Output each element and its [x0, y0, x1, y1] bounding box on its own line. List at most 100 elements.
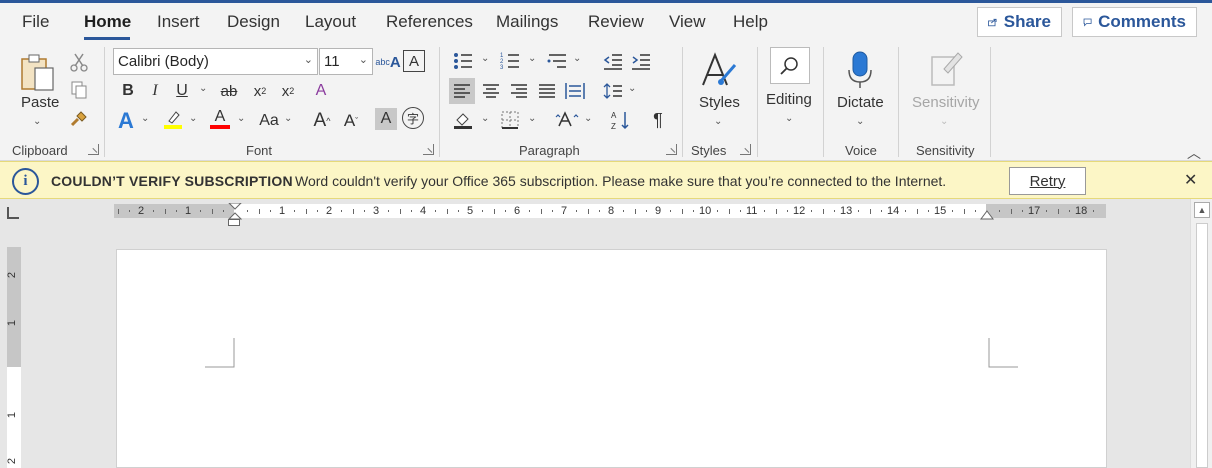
tab-review[interactable]: Review [588, 12, 644, 32]
collapse-ribbon-icon[interactable]: ︿ [1187, 143, 1201, 163]
font-color-icon[interactable]: A [207, 106, 233, 132]
line-spacing-icon[interactable] [600, 78, 626, 104]
multilevel-list-icon[interactable] [544, 48, 570, 74]
font-name-select[interactable]: Calibri (Body) ⌄ [113, 48, 318, 75]
change-case-icon[interactable]: abc A [375, 49, 401, 75]
tab-design[interactable]: Design [227, 12, 280, 32]
align-left-button[interactable] [449, 78, 475, 104]
bullets-dropdown-icon[interactable]: ⌄ [481, 53, 489, 64]
format-painter-icon[interactable] [68, 107, 90, 129]
numbering-icon[interactable]: 123 [497, 48, 523, 74]
left-indent-marker[interactable] [228, 219, 240, 226]
subscript-button[interactable]: x2 [247, 78, 273, 104]
ruler-tick [223, 210, 225, 212]
asian-layout-dropdown-icon[interactable]: ⌄ [584, 113, 592, 124]
highlight-icon[interactable] [160, 106, 186, 132]
justify-button[interactable] [534, 78, 560, 104]
clear-formatting-icon[interactable]: A [403, 50, 425, 72]
numbering-dropdown-icon[interactable]: ⌄ [528, 53, 536, 64]
text-effects-dropdown-icon[interactable]: ⌄ [141, 113, 149, 124]
vertical-scrollbar[interactable]: ▲ [1190, 199, 1212, 468]
font-color-dropdown-icon[interactable]: ⌄ [237, 113, 245, 124]
shading-dropdown-icon[interactable]: ⌄ [481, 113, 489, 124]
enclose-characters-icon[interactable]: 字 [402, 107, 424, 129]
bullets-icon[interactable] [450, 48, 476, 74]
superscript-button[interactable]: x2 [275, 78, 301, 104]
text-effects-clear-icon[interactable]: A [308, 78, 334, 104]
styles-dropdown-icon[interactable]: ⌄ [714, 116, 722, 127]
vertical-ruler[interactable]: 2 1 1 2 [6, 247, 21, 468]
editing-label[interactable]: Editing [766, 91, 812, 108]
copy-icon[interactable] [68, 79, 90, 101]
styles-label[interactable]: Styles [699, 94, 740, 111]
change-case-dropdown-icon[interactable]: ⌄ [284, 113, 292, 124]
tab-selector-icon[interactable] [7, 207, 19, 219]
tab-references[interactable]: References [386, 12, 473, 32]
grow-font-icon[interactable]: A ^ [309, 108, 335, 134]
separator [823, 47, 824, 157]
voice-group-label: Voice [845, 143, 877, 158]
shading-icon[interactable] [450, 107, 476, 133]
font-launcher-icon[interactable] [423, 144, 434, 155]
distributed-button[interactable] [562, 78, 588, 104]
horizontal-ruler[interactable]: 2 1 1 2 3 4 5 6 7 8 9 10 11 12 13 14 15 17 18 [114, 203, 1106, 220]
scroll-up-icon[interactable]: ▲ [1194, 202, 1210, 218]
bold-button[interactable]: B [115, 78, 141, 104]
tab-home[interactable]: Home [84, 12, 131, 32]
show-formatting-marks-icon[interactable]: ¶ [645, 107, 671, 133]
text-effects-icon[interactable]: A [113, 108, 139, 134]
change-case-button[interactable]: Aa [254, 108, 284, 134]
ruler-tick [270, 210, 272, 212]
tab-view[interactable]: View [669, 12, 706, 32]
ruler-tick [293, 210, 295, 212]
notification-message: Word couldn't verify your Office 365 sub… [295, 173, 947, 189]
paste-label[interactable]: Paste [21, 94, 59, 111]
asian-layout-icon[interactable] [553, 107, 581, 133]
microphone-icon[interactable] [845, 49, 875, 91]
tab-file[interactable]: File [22, 12, 49, 32]
ruler-tick [822, 209, 824, 214]
shrink-font-icon[interactable]: Aˇ [338, 108, 364, 134]
share-button[interactable]: Share [977, 7, 1062, 37]
line-spacing-dropdown-icon[interactable]: ⌄ [628, 83, 636, 94]
underline-button[interactable]: U [169, 78, 195, 104]
underline-dropdown-icon[interactable]: ⌄ [199, 83, 207, 94]
document-page[interactable] [116, 249, 1107, 468]
comments-button[interactable]: Comments [1072, 7, 1197, 37]
tab-help[interactable]: Help [733, 12, 768, 32]
paste-dropdown-icon[interactable]: ⌄ [33, 116, 41, 127]
styles-icon[interactable] [699, 51, 739, 91]
clipboard-launcher-icon[interactable] [88, 144, 99, 155]
tab-mailings[interactable]: Mailings [496, 12, 558, 32]
close-icon[interactable]: ✕ [1184, 170, 1197, 190]
styles-launcher-icon[interactable] [740, 144, 751, 155]
ruler-tick [540, 209, 542, 214]
retry-button[interactable]: Retry [1009, 167, 1086, 195]
paste-icon[interactable] [18, 51, 58, 95]
tab-insert[interactable]: Insert [157, 12, 200, 32]
highlight-dropdown-icon[interactable]: ⌄ [189, 113, 197, 124]
dictate-label[interactable]: Dictate [837, 94, 884, 111]
borders-dropdown-icon[interactable]: ⌄ [528, 113, 536, 124]
dictate-dropdown-icon[interactable]: ⌄ [856, 116, 864, 127]
ruler-tick [716, 210, 718, 212]
right-indent-marker[interactable] [980, 210, 994, 220]
cut-icon[interactable] [68, 51, 90, 73]
editing-dropdown-icon[interactable]: ⌄ [785, 113, 793, 124]
font-size-select[interactable]: 11 ⌄ [319, 48, 373, 75]
increase-indent-icon[interactable] [628, 48, 654, 74]
strikethrough-button[interactable]: ab [216, 78, 242, 104]
character-shading-icon[interactable]: A [375, 108, 397, 130]
scrollbar-thumb[interactable] [1196, 223, 1208, 468]
multilevel-dropdown-icon[interactable]: ⌄ [573, 53, 581, 64]
ruler-tick [646, 210, 648, 212]
paragraph-launcher-icon[interactable] [666, 144, 677, 155]
italic-button[interactable]: I [142, 78, 168, 104]
tab-layout[interactable]: Layout [305, 12, 356, 32]
borders-icon[interactable] [497, 107, 523, 133]
decrease-indent-icon[interactable] [600, 48, 626, 74]
align-right-button[interactable] [506, 78, 532, 104]
sort-icon[interactable]: AZ [608, 107, 634, 133]
search-icon[interactable] [770, 47, 810, 84]
align-center-button[interactable] [478, 78, 504, 104]
